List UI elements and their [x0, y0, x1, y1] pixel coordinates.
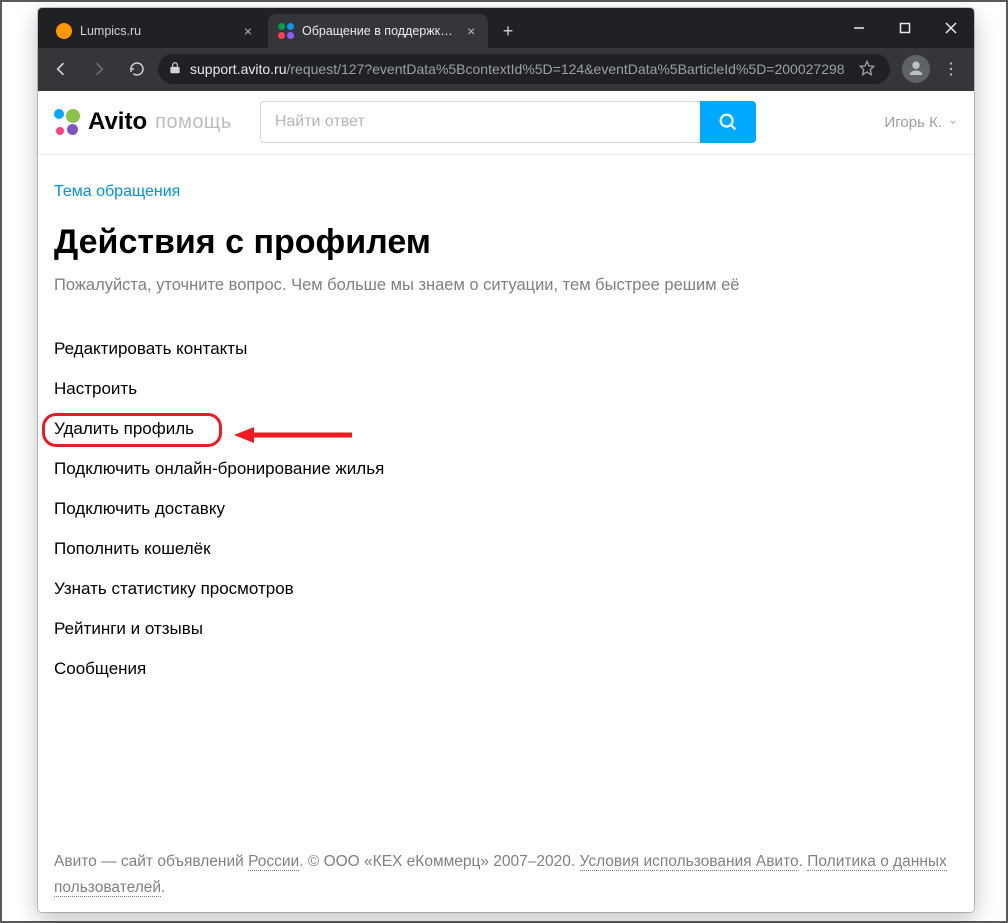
reload-button[interactable]: [120, 52, 154, 86]
brand[interactable]: Avito помощь: [54, 108, 232, 136]
annotation-arrow-icon: [234, 425, 354, 445]
tab-title: Обращение в поддержку Авито: [302, 24, 456, 38]
breadcrumb: Тема обращения: [54, 183, 958, 201]
favicon-avito: [278, 23, 294, 39]
footer-text: . © ООО «КЕХ еКоммерц» 2007–2020.: [299, 853, 579, 870]
url-text: support.avito.ru/request/127?eventData%5…: [190, 61, 845, 77]
option-label: Удалить профиль: [54, 419, 194, 438]
bookmark-star-icon[interactable]: [859, 60, 875, 79]
footer-terms-link[interactable]: Условия использования Авито: [580, 853, 799, 871]
close-tab-icon[interactable]: ×: [240, 23, 256, 39]
tab-strip: Lumpics.ru × Обращение в поддержку Авито…: [38, 14, 836, 48]
page-viewport: Avito помощь Игорь К. Тема обращения Дей…: [38, 91, 974, 912]
site-header: Avito помощь Игорь К.: [38, 91, 974, 155]
option-list: Редактировать контакты Настроить Удалить…: [54, 329, 958, 689]
option-messages[interactable]: Сообщения: [54, 649, 958, 689]
minimize-button[interactable]: [836, 8, 882, 48]
tab-lumpics[interactable]: Lumpics.ru ×: [46, 14, 266, 48]
profile-avatar[interactable]: [902, 55, 930, 83]
tab-title: Lumpics.ru: [80, 24, 232, 38]
option-view-stats[interactable]: Узнать статистику просмотров: [54, 569, 958, 609]
page-subtitle: Пожалуйста, уточните вопрос. Чем больше …: [54, 276, 958, 295]
search-icon: [717, 111, 739, 133]
new-tab-button[interactable]: +: [494, 17, 522, 45]
footer-text: .: [799, 853, 808, 870]
footer-country-link[interactable]: России: [248, 853, 299, 871]
browser-window: Lumpics.ru × Обращение в поддержку Авито…: [38, 8, 974, 912]
forward-button[interactable]: [82, 52, 116, 86]
brand-section: помощь: [155, 111, 232, 134]
main-content: Тема обращения Действия с профилем Пожал…: [38, 155, 974, 729]
search-form: [260, 101, 756, 143]
kebab-menu-icon[interactable]: ⋮: [934, 52, 968, 86]
option-configure[interactable]: Настроить: [54, 369, 958, 409]
footer-text: .: [161, 879, 165, 896]
option-top-up-wallet[interactable]: Пополнить кошелёк: [54, 529, 958, 569]
brand-name: Avito: [88, 108, 147, 136]
lock-icon: [168, 61, 182, 78]
option-connect-delivery[interactable]: Подключить доставку: [54, 489, 958, 529]
window-controls: [836, 8, 974, 48]
close-window-button[interactable]: [928, 8, 974, 48]
page-title: Действия с профилем: [54, 223, 958, 262]
avito-logo-icon: [54, 109, 80, 135]
search-input[interactable]: [260, 101, 700, 143]
address-bar[interactable]: support.avito.ru/request/127?eventData%5…: [158, 54, 890, 84]
option-delete-profile[interactable]: Удалить профиль: [54, 409, 958, 449]
footer-text: Авито — сайт объявлений: [54, 853, 248, 870]
titlebar: Lumpics.ru × Обращение в поддержку Авито…: [38, 8, 974, 48]
browser-toolbar: support.avito.ru/request/127?eventData%5…: [38, 48, 974, 91]
search-button[interactable]: [700, 101, 756, 143]
favicon-lumpics: [56, 23, 72, 39]
user-name: Игорь К.: [885, 114, 943, 131]
footer: Авито — сайт объявлений России. © ООО «К…: [38, 849, 974, 912]
option-online-booking[interactable]: Подключить онлайн-бронирование жилья: [54, 449, 958, 489]
breadcrumb-link[interactable]: Тема обращения: [54, 183, 180, 200]
option-edit-contacts[interactable]: Редактировать контакты: [54, 329, 958, 369]
option-ratings-reviews[interactable]: Рейтинги и отзывы: [54, 609, 958, 649]
maximize-button[interactable]: [882, 8, 928, 48]
tab-avito-support[interactable]: Обращение в поддержку Авито ×: [268, 14, 488, 48]
user-menu[interactable]: Игорь К.: [885, 114, 959, 131]
back-button[interactable]: [44, 52, 78, 86]
chevron-down-icon: [948, 114, 958, 131]
close-tab-icon[interactable]: ×: [464, 23, 478, 39]
